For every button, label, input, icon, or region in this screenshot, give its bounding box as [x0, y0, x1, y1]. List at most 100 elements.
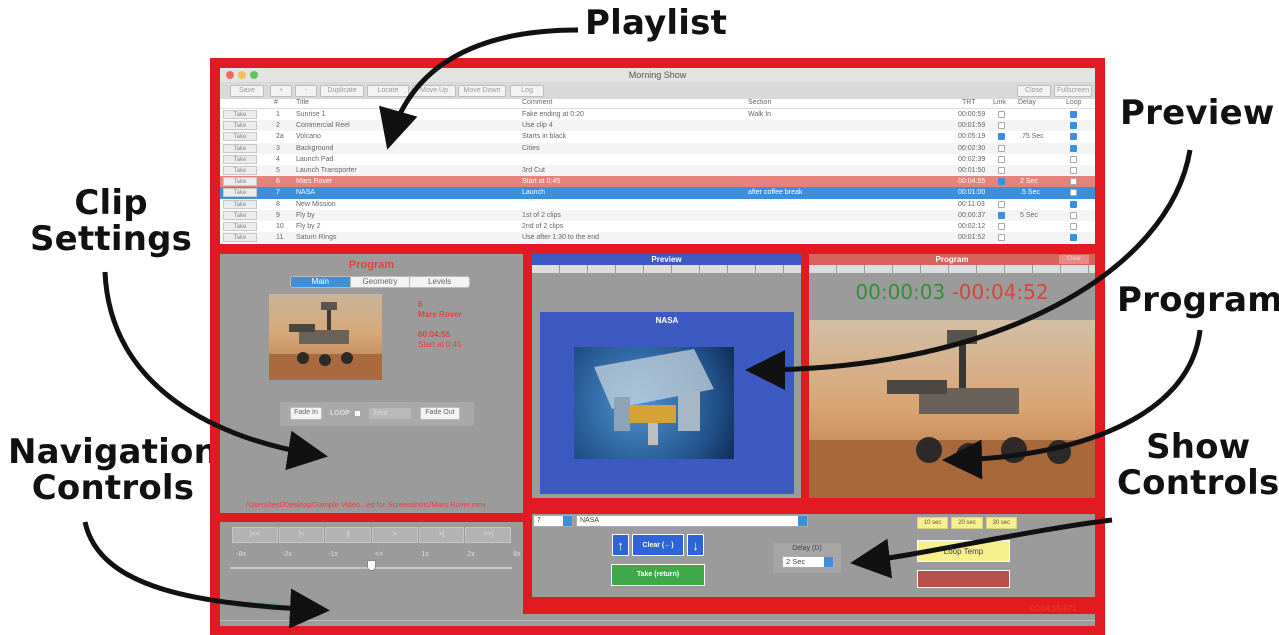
- fade-out-button[interactable]: Fade Out: [420, 407, 460, 420]
- loop-checkbox[interactable]: [354, 410, 361, 417]
- speed-label[interactable]: -1x: [318, 551, 348, 558]
- link-checkbox[interactable]: [998, 155, 1005, 163]
- close-window-icon[interactable]: [226, 71, 234, 79]
- fullscreen-button[interactable]: Fullscreen: [1054, 85, 1092, 97]
- col-loop-header: Loop: [1066, 99, 1082, 106]
- loop-checkbox[interactable]: [1070, 189, 1077, 197]
- minimize-window-icon[interactable]: [238, 71, 246, 79]
- stop-button[interactable]: [917, 570, 1010, 588]
- link-checkbox[interactable]: [998, 133, 1005, 141]
- take-button[interactable]: Take: [223, 188, 257, 198]
- take-button[interactable]: Take (return): [611, 564, 705, 586]
- speed-label[interactable]: <>: [364, 551, 394, 558]
- link-checkbox[interactable]: [998, 178, 1005, 186]
- fade-in-button[interactable]: Fade In: [290, 407, 322, 420]
- time-preset-button[interactable]: 20 sec: [951, 517, 983, 529]
- save-button[interactable]: Save: [230, 85, 264, 97]
- loop-checkbox[interactable]: [1070, 111, 1077, 118]
- link-checkbox[interactable]: [998, 189, 1005, 197]
- take-button[interactable]: Take: [223, 143, 257, 153]
- link-checkbox[interactable]: [998, 223, 1005, 230]
- loop-checkbox[interactable]: [1070, 167, 1077, 174]
- loop-checkbox[interactable]: [1070, 144, 1077, 152]
- playlist-row[interactable]: Take 7 NASA Launch after coffee break 00:01:0…: [220, 187, 1095, 199]
- playlist-row[interactable]: Take 2a Volcano Starts in black 00:05:19 .75 …: [220, 131, 1095, 142]
- loop-checkbox[interactable]: [1070, 178, 1077, 186]
- link-checkbox[interactable]: [998, 122, 1005, 130]
- program-clear-badge[interactable]: Clear: [1059, 255, 1089, 264]
- loop-checkbox[interactable]: [1070, 133, 1077, 141]
- log-button[interactable]: Log: [510, 85, 544, 97]
- clip-name-select[interactable]: NASA: [576, 515, 808, 527]
- speed-slider-thumb[interactable]: [367, 560, 376, 571]
- speed-label[interactable]: 8x: [502, 551, 523, 558]
- playlist-row[interactable]: Take 11 Saturn Rings Use after 1:30 to the …: [220, 232, 1095, 244]
- link-checkbox[interactable]: [998, 234, 1005, 242]
- loop-checkbox[interactable]: [1070, 200, 1077, 208]
- step-back-button[interactable]: |<: [278, 527, 325, 543]
- play-button[interactable]: >: [372, 527, 418, 543]
- duplicate-button[interactable]: Duplicate: [320, 85, 364, 97]
- chevron-down-icon: [824, 557, 833, 567]
- clip-settings-annotation: Clip Settings: [30, 185, 192, 257]
- zoom-window-icon[interactable]: [250, 71, 258, 79]
- playlist-row[interactable]: Take 9 Fly by 1st of 2 clips 00:00:37 5 Sec: [220, 209, 1095, 221]
- loop-checkbox[interactable]: [1070, 122, 1077, 130]
- playlist-row[interactable]: Take 6 Mars Rover Start at 0:45 00:04:55 2 Se…: [220, 176, 1095, 188]
- add-clip-button[interactable]: +: [270, 85, 292, 97]
- loop-checkbox[interactable]: [1070, 155, 1077, 163]
- time-preset-button[interactable]: 30 sec: [985, 517, 1017, 529]
- speed-label[interactable]: -8x: [226, 551, 256, 558]
- zero-select[interactable]: Zero: [368, 407, 412, 420]
- clear-button[interactable]: Clear (←): [632, 534, 684, 556]
- tab-levels[interactable]: Levels: [409, 277, 469, 287]
- take-button[interactable]: Take: [223, 132, 257, 142]
- take-button[interactable]: Take: [223, 177, 257, 187]
- playlist-row[interactable]: Take 3 Background Cities 00:02:30: [220, 142, 1095, 154]
- take-button[interactable]: Take: [223, 166, 257, 175]
- playlist-row[interactable]: Take 5 Launch Transporter 3rd Cut 00:01:50: [220, 165, 1095, 177]
- take-button[interactable]: Take: [223, 121, 257, 131]
- down-arrow-button[interactable]: ↓: [687, 534, 704, 556]
- clip-number-select[interactable]: 7: [533, 515, 573, 527]
- link-checkbox[interactable]: [998, 144, 1005, 152]
- take-button[interactable]: Take: [223, 199, 257, 209]
- step-forward-button[interactable]: >|: [418, 527, 465, 543]
- speed-label[interactable]: 2x: [456, 551, 486, 558]
- locate-button[interactable]: Locate: [367, 85, 409, 97]
- take-button[interactable]: Take: [223, 233, 257, 243]
- remove-clip-button[interactable]: -: [295, 85, 317, 97]
- playlist-row[interactable]: Take 4 Launch Pad 00:02:39: [220, 154, 1095, 165]
- speed-label[interactable]: 1x: [410, 551, 440, 558]
- speed-label[interactable]: -2x: [272, 551, 302, 558]
- pause-button[interactable]: ||: [325, 527, 372, 543]
- skip-to-start-button[interactable]: |<<: [232, 527, 278, 543]
- playlist-row[interactable]: Take 10 Fly by 2 2nd of 2 clips 00:02:12: [220, 221, 1095, 232]
- take-button[interactable]: Take: [223, 210, 257, 220]
- close-button[interactable]: Close: [1017, 85, 1051, 97]
- loop-temp-button[interactable]: Loop Temp: [917, 540, 1010, 562]
- loop-checkbox[interactable]: [1070, 223, 1077, 230]
- playlist-row[interactable]: Take 1 Sunrise 1 Fake ending at 0:20 Walk In…: [220, 109, 1095, 120]
- link-checkbox[interactable]: [998, 167, 1005, 174]
- loop-checkbox[interactable]: [1070, 211, 1077, 219]
- take-button[interactable]: Take: [223, 222, 257, 231]
- take-button[interactable]: Take: [223, 110, 257, 119]
- delay-select[interactable]: 2 Sec: [782, 556, 834, 568]
- clip-name-select-value: NASA: [580, 517, 600, 524]
- take-button[interactable]: Take: [223, 154, 257, 164]
- up-arrow-button[interactable]: ↑: [612, 534, 629, 556]
- loop-checkbox[interactable]: [1070, 234, 1077, 242]
- tab-main[interactable]: Main: [291, 277, 350, 287]
- move-up-button[interactable]: Move Up: [412, 85, 456, 97]
- skip-to-end-button[interactable]: >>|: [465, 527, 512, 543]
- playlist-row[interactable]: Take 8 New Mission 00:11:03: [220, 199, 1095, 210]
- move-down-button[interactable]: Move Down: [458, 85, 506, 97]
- playlist-row[interactable]: Take 2 Commercial Reel Use clip 4 00:01:59: [220, 120, 1095, 132]
- row-title: Fly by 2: [296, 223, 321, 230]
- link-checkbox[interactable]: [998, 111, 1005, 118]
- link-checkbox[interactable]: [998, 211, 1005, 219]
- link-checkbox[interactable]: [998, 200, 1005, 208]
- time-preset-button[interactable]: 10 sec: [917, 517, 949, 529]
- tab-geometry[interactable]: Geometry: [349, 277, 410, 287]
